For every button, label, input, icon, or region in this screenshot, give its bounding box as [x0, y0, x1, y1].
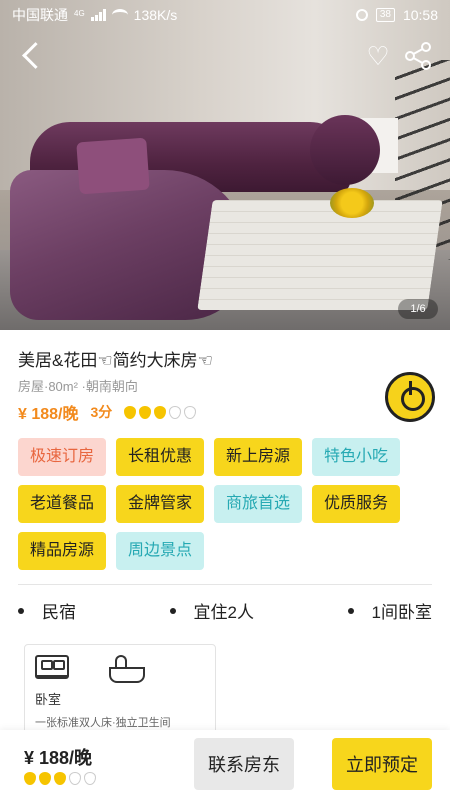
listing-score: 3分 [90, 404, 113, 420]
room-description: 一张标准双人床·独立卫生间 [35, 717, 171, 729]
room-card[interactable]: 卧室 一张标准双人床·独立卫生间 [24, 644, 216, 734]
photo-pillow [76, 137, 150, 195]
feature-bedrooms: 1间卧室 [347, 598, 432, 623]
back-icon[interactable] [20, 42, 46, 68]
network-speed: 138K/s [133, 7, 178, 23]
features-row: 民宿 宜住2人 1间卧室 [18, 598, 432, 623]
rating-dot-filled-icon [54, 772, 66, 785]
status-bar: 中国联通 4G 138K/s 38 10:58 [0, 0, 450, 30]
bullet-icon [18, 607, 24, 614]
share-icon[interactable] [404, 42, 434, 70]
bathtub-icon [109, 655, 145, 683]
wifi-icon [111, 9, 128, 21]
network-label: 4G [74, 9, 85, 18]
tag-item[interactable]: 商旅首选 [214, 485, 303, 523]
tag-item[interactable]: 精品房源 [18, 532, 107, 570]
tag-item[interactable]: 长租优惠 [116, 438, 205, 476]
rating-dots [124, 405, 197, 419]
tag-item[interactable]: 优质服务 [312, 485, 401, 523]
alarm-icon [355, 9, 368, 21]
tag-item[interactable]: 特色小吃 [312, 438, 401, 476]
feature-bedrooms-label: 1间卧室 [371, 603, 432, 622]
feature-capacity: 宜住2人 [169, 598, 254, 623]
rating-dot-filled-icon [39, 772, 51, 785]
photo-counter: 1/6 [398, 299, 438, 319]
carrier-label: 中国联通 [12, 7, 68, 23]
tag-item[interactable]: 周边景点 [116, 532, 205, 570]
rating-dot-empty-icon [184, 405, 197, 419]
feature-tags: 极速订房 长租优惠 新上房源 特色小吃老道餐品 金牌管家 商旅首选 优质服务精品房源 周边景点 [18, 438, 432, 570]
bed-icon [35, 655, 69, 679]
tag-item[interactable]: 新上房源 [214, 438, 303, 476]
feature-capacity-label: 宜住2人 [193, 603, 254, 622]
rating-dot-empty-icon [84, 772, 96, 785]
heart-icon[interactable]: ♡ [364, 42, 392, 70]
clock: 10:58 [402, 7, 438, 23]
rating-dot-filled-icon [154, 405, 167, 419]
bullet-icon [169, 607, 176, 614]
signal-icon [90, 9, 106, 21]
listing-price: ¥ 188/晚 [18, 406, 79, 423]
room-icons [35, 655, 205, 683]
photo-sofa-arm [310, 115, 380, 185]
room-label: 卧室 [35, 692, 62, 707]
rating-dot-filled-icon [139, 405, 152, 419]
rating-dot-filled-icon [24, 772, 36, 785]
tag-item[interactable]: 老道餐品 [18, 485, 107, 523]
contact-host-button[interactable]: 联系房东 [194, 738, 294, 790]
bullet-icon [347, 607, 354, 614]
feature-type: 民宿 [18, 598, 76, 623]
brand-logo-icon[interactable] [385, 372, 435, 422]
photo-table [197, 200, 443, 310]
rating-dot-empty-icon [169, 405, 182, 419]
photo-flowers [330, 188, 374, 218]
feature-type-label: 民宿 [42, 603, 76, 622]
rating-dot-empty-icon [69, 772, 81, 785]
listing-title: 美居&花田☜简约大床房☜ [18, 351, 213, 370]
battery-icon: 38 [375, 8, 395, 22]
listing-meta: 房屋·80m² ·朝南朝向 [18, 379, 138, 394]
divider [18, 584, 432, 585]
tag-item[interactable]: 金牌管家 [116, 485, 205, 523]
tag-item[interactable]: 极速订房 [18, 438, 107, 476]
book-now-button[interactable]: 立即预定 [332, 738, 432, 790]
bottom-rating-dots [24, 772, 96, 785]
bottom-price: ¥ 188/晚 [24, 748, 93, 768]
price-row: ¥ 188/晚 3分 [18, 400, 197, 424]
bottom-bar: ¥ 188/晚 联系房东 立即预定 [0, 730, 450, 800]
rating-dot-filled-icon [124, 405, 137, 419]
